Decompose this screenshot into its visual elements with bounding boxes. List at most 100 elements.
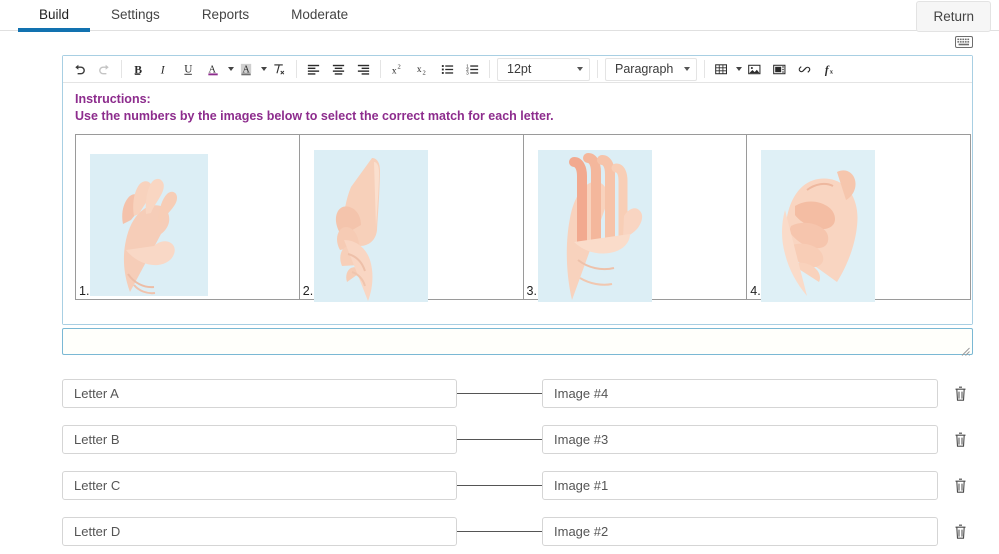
delete-icon[interactable] xyxy=(947,523,973,540)
svg-text:2: 2 xyxy=(423,69,426,76)
match-left-input-4[interactable]: Letter D xyxy=(62,516,457,546)
match-row-1: Letter A Image #4 xyxy=(0,370,999,416)
match-connector-2 xyxy=(457,438,542,440)
undo-icon[interactable] xyxy=(67,57,92,82)
table-row: 1. 2. 3. 4. xyxy=(75,134,971,302)
match-connector-1 xyxy=(457,392,542,394)
match-connector-3 xyxy=(457,484,542,486)
background-color-icon[interactable]: A xyxy=(234,57,267,82)
italic-icon[interactable]: I xyxy=(151,57,176,82)
tab-reports[interactable]: Reports xyxy=(181,0,270,31)
top-tab-bar: Build Settings Reports Moderate Return xyxy=(0,0,999,32)
match-right-input-3[interactable]: Image #1 xyxy=(542,470,938,500)
match-row-2: Letter B Image #3 xyxy=(0,416,999,462)
instructions-text: Use the numbers by the images below to s… xyxy=(75,109,554,123)
editor-status-bar[interactable] xyxy=(62,328,973,356)
match-left-value-2: Letter B xyxy=(74,431,120,447)
match-right-input-2[interactable]: Image #3 xyxy=(542,424,938,454)
toolbar-divider xyxy=(704,60,705,78)
clear-formatting-icon[interactable] xyxy=(267,57,292,82)
svg-text:2: 2 xyxy=(398,63,401,70)
accessibility-bar xyxy=(0,31,999,55)
formula-icon[interactable]: fx xyxy=(817,57,842,82)
chevron-down-icon xyxy=(684,67,690,71)
text-color-glyph: A xyxy=(201,57,226,82)
tab-moderate[interactable]: Moderate xyxy=(270,0,369,31)
numbered-list-icon[interactable]: 123 xyxy=(460,57,485,82)
image-cell-4[interactable]: 4. xyxy=(746,134,971,302)
image-cell-1-number: 1. xyxy=(79,284,90,298)
redo-icon[interactable] xyxy=(92,57,117,82)
instructions-title: Instructions: xyxy=(75,92,151,106)
hand-sign-letter-d-image xyxy=(313,150,428,302)
resize-handle-icon[interactable] xyxy=(961,344,970,356)
tab-build[interactable]: Build xyxy=(18,0,91,32)
return-button[interactable]: Return xyxy=(916,1,991,32)
subscript-icon[interactable]: x2 xyxy=(410,57,435,82)
delete-icon[interactable] xyxy=(947,431,973,448)
image-cell-4-number: 4. xyxy=(750,284,761,298)
tab-settings[interactable]: Settings xyxy=(90,0,181,31)
match-left-input-1[interactable]: Letter A xyxy=(62,378,457,408)
align-center-icon[interactable] xyxy=(326,57,351,82)
table-button[interactable] xyxy=(709,57,742,82)
bullet-list-icon[interactable] xyxy=(435,57,460,82)
toolbar-divider xyxy=(380,60,381,78)
image-cell-2-number: 2. xyxy=(302,284,314,298)
image-cell-1[interactable]: 1. xyxy=(75,134,300,300)
match-right-value-1: Image #4 xyxy=(554,385,609,401)
hand-sign-letter-b-image xyxy=(537,150,652,302)
match-connector-4 xyxy=(457,530,542,532)
images-table: 1. 2. 3. 4. xyxy=(75,134,971,302)
background-color-glyph: A xyxy=(234,57,259,82)
table-icon xyxy=(709,57,734,82)
hand-sign-letter-c-image xyxy=(90,154,208,296)
font-size-select[interactable]: 12pt xyxy=(497,57,590,81)
instructions-block: Instructions: Use the numbers by the ima… xyxy=(75,91,962,125)
match-right-input-4[interactable]: Image #2 xyxy=(542,516,938,546)
delete-icon[interactable] xyxy=(947,477,973,494)
match-rows: Letter A Image #4 Letter B Image #3 Lett… xyxy=(0,370,999,554)
toolbar-divider xyxy=(296,60,297,78)
text-color-icon[interactable]: A xyxy=(201,57,234,82)
editor-toolbar: B I U A A x 2 x 2 1 2 3 12pt Paragraph f… xyxy=(63,56,972,83)
superscript-icon[interactable]: x2 xyxy=(385,57,410,82)
image-cell-2[interactable]: 2. xyxy=(298,134,524,302)
delete-icon[interactable] xyxy=(947,385,973,402)
svg-text:U: U xyxy=(184,63,192,75)
toolbar-divider xyxy=(121,60,122,78)
svg-text:x: x xyxy=(830,68,834,75)
underline-icon[interactable]: U xyxy=(176,57,201,82)
hand-sign-letter-a-image xyxy=(761,150,876,302)
tab-reports-label: Reports xyxy=(201,7,250,22)
match-left-input-3[interactable]: Letter C xyxy=(62,470,457,500)
match-left-value-3: Letter C xyxy=(74,477,121,493)
toolbar-divider xyxy=(489,60,490,78)
align-right-icon[interactable] xyxy=(351,57,376,82)
rich-text-editor: B I U A A x 2 x 2 1 2 3 12pt Paragraph f… xyxy=(62,55,973,325)
tab-build-label: Build xyxy=(39,7,70,22)
match-left-value-1: Letter A xyxy=(74,385,119,401)
svg-text:x: x xyxy=(417,64,422,74)
match-right-value-2: Image #3 xyxy=(554,431,609,447)
image-cell-3[interactable]: 3. xyxy=(522,134,748,302)
align-left-icon[interactable] xyxy=(301,57,326,82)
block-format-value: Paragraph xyxy=(615,62,674,76)
image-icon[interactable] xyxy=(742,57,767,82)
return-button-label: Return xyxy=(933,9,974,24)
match-right-input-1[interactable]: Image #4 xyxy=(542,378,938,408)
match-right-value-4: Image #2 xyxy=(554,523,609,539)
svg-text:I: I xyxy=(160,63,166,76)
media-icon[interactable] xyxy=(767,57,792,82)
match-left-value-4: Letter D xyxy=(74,523,121,539)
image-cell-3-number: 3. xyxy=(526,284,537,298)
link-icon[interactable] xyxy=(792,57,817,82)
editor-content-area[interactable]: Instructions: Use the numbers by the ima… xyxy=(63,83,972,324)
chevron-down-icon xyxy=(577,67,583,71)
svg-text:3: 3 xyxy=(466,70,469,75)
keyboard-icon[interactable] xyxy=(955,35,973,49)
block-format-select[interactable]: Paragraph xyxy=(605,57,697,81)
bold-icon[interactable]: B xyxy=(126,57,151,82)
match-left-input-2[interactable]: Letter B xyxy=(62,424,457,454)
editor-spacer xyxy=(73,300,962,324)
